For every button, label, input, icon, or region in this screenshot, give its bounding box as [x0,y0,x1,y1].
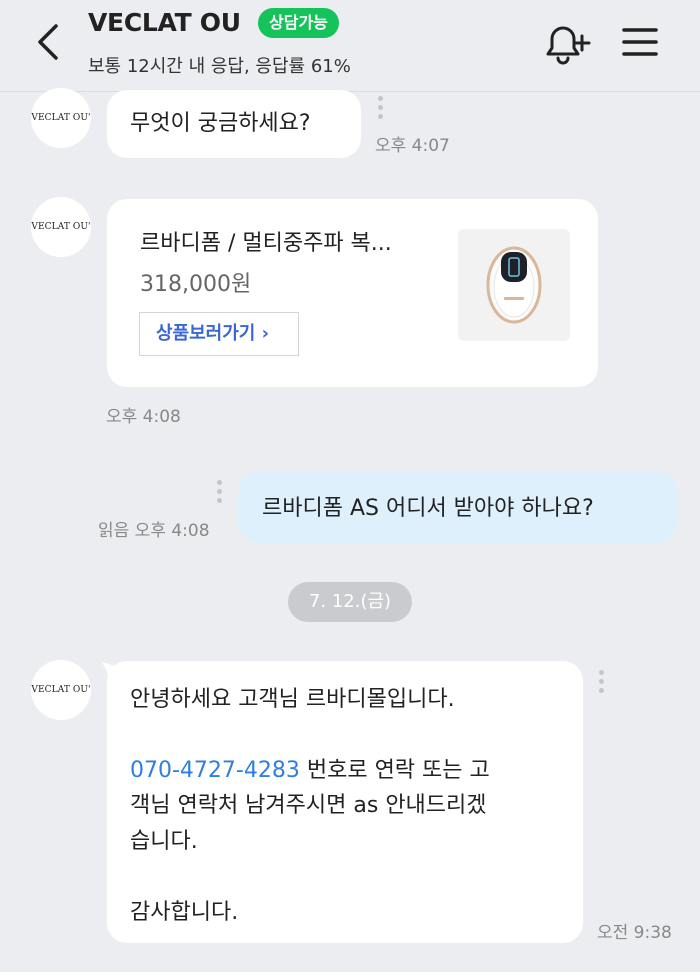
message-time: 오후 4:07 [375,136,450,156]
response-info: 보통 12시간 내 응답, 응답률 61% [88,56,351,77]
chat-header: VECLAT OU 상담가능 보통 12시간 내 응답, 응답률 61% [0,0,700,92]
more-options-icon[interactable] [217,480,225,507]
view-product-button[interactable]: 상품보러가기 › [139,312,299,356]
message-text: 무엇이 궁금하세요? [130,111,311,136]
menu-button[interactable] [620,22,660,62]
page-title: VECLAT OU [88,8,241,37]
message-line: 객님 연락처 남겨주시면 as 안내드리겠 [130,793,487,818]
chevron-left-icon [38,24,58,60]
message-line: 안녕하세요 고객님 르바디몰입니다. [130,687,455,712]
message-line-rest: 번호로 연락 또는 고 [299,758,490,783]
message-line: 070-4727-4283 번호로 연락 또는 고 [130,752,490,784]
phone-link[interactable]: 070-4727-4283 [130,758,300,783]
bell-plus-icon [546,26,591,65]
avatar[interactable]: VECLAT OU' [31,88,91,148]
notification-button[interactable] [540,20,592,68]
product-image[interactable] [458,229,570,341]
message-line: 감사합니다. [130,900,239,925]
back-button[interactable] [30,20,70,64]
product-price: 318,000원 [140,272,252,297]
hamburger-menu-icon [622,28,658,56]
message-time: 오후 4:08 [106,407,181,427]
message-line: 습니다. [130,829,198,854]
message-time: 오전 9:38 [597,923,672,943]
device-icon [486,246,542,324]
date-divider: 7. 12.(금) [288,582,412,622]
more-options-icon[interactable] [599,670,607,697]
avatar[interactable]: VECLAT OU' [31,197,91,257]
avatar[interactable]: VECLAT OU' [31,660,91,720]
read-status: 읽음 오후 4:08 [98,521,210,541]
more-options-icon[interactable] [378,96,386,123]
message-text: 르바디폼 AS 어디서 받아야 하나요? [262,496,594,521]
status-badge: 상담가능 [258,8,339,38]
product-title: 르바디폼 / 멀티중주파 복... [140,231,392,256]
